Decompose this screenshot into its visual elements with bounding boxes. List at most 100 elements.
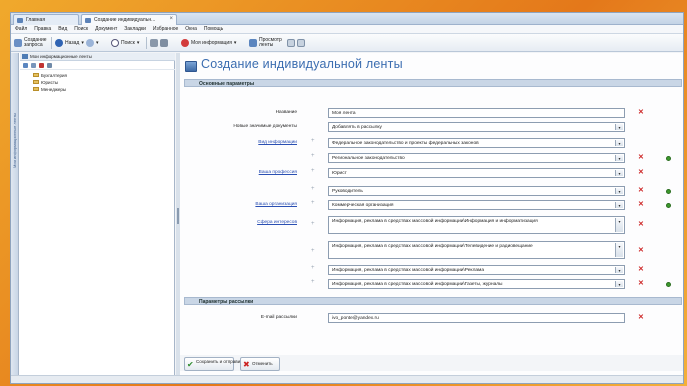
chevron-down-icon[interactable]: ▾ [615, 243, 623, 257]
delete-row-icon[interactable]: ✕ [638, 279, 644, 287]
tools-button[interactable] [150, 37, 168, 49]
delete-row-icon[interactable]: ✕ [638, 220, 644, 228]
chevron-down-icon[interactable]: ▾ [615, 155, 623, 161]
plus-icon[interactable]: + [311, 248, 315, 254]
edit-lenta-icon[interactable] [31, 63, 36, 68]
info-type-value: Региональное законодательство [332, 156, 405, 161]
info-type-select-2[interactable]: Региональное законодательство ▾ [328, 153, 625, 163]
plus-icon[interactable]: + [311, 221, 315, 227]
menu-search[interactable]: Поиск [74, 26, 88, 32]
organization-link[interactable]: Ваша организация [197, 202, 297, 207]
close-tab-icon[interactable]: × [169, 16, 173, 22]
cancel-button[interactable]: ✖ Отменить [240, 357, 280, 371]
refresh-icon[interactable] [47, 63, 52, 68]
delete-row-icon[interactable]: ✕ [638, 246, 644, 254]
sidebar-item-accounting[interactable]: Бухгалтерия [33, 72, 67, 78]
clear-email-icon[interactable]: ✕ [638, 313, 644, 321]
organization-select[interactable]: Коммерческая организация ▾ [328, 200, 625, 210]
tab-create-lenta[interactable]: Создание индивидуальн... × [81, 14, 177, 25]
menu-edit[interactable]: Правка [34, 26, 51, 32]
back-arrow-icon [55, 39, 63, 47]
chevron-down-icon[interactable]: ▾ [615, 218, 623, 232]
sidebar-item-lawyers[interactable]: Юристы [33, 79, 58, 85]
delete-row-icon[interactable]: ✕ [638, 186, 644, 194]
profession-select-2[interactable]: Руководитель ▾ [328, 186, 625, 196]
plus-icon[interactable]: + [311, 265, 315, 271]
plus-icon[interactable]: + [311, 138, 315, 144]
folder-icon [33, 80, 39, 84]
forward-button[interactable]: ▾ [86, 37, 99, 49]
chevron-down-icon[interactable]: ▾ [615, 188, 623, 194]
new-docs-select[interactable]: Добавлять в рассылку ▾ [328, 122, 625, 132]
plus-icon[interactable]: + [311, 186, 315, 192]
delete-row-icon[interactable]: ✕ [638, 200, 644, 208]
name-label: Название [275, 110, 297, 115]
email-label: E-mail рассылки [260, 315, 297, 320]
menu-view[interactable]: Вид [58, 26, 67, 32]
new-query-button[interactable]: Создание запроса [14, 37, 47, 49]
interests-value: Информация, реклама в средствах массовой… [332, 282, 503, 287]
name-input[interactable]: Моя лента [328, 108, 625, 118]
delete-lenta-icon[interactable] [39, 63, 44, 68]
tab-home[interactable]: Главная [13, 14, 79, 25]
add-row-icon[interactable] [666, 189, 671, 194]
interests-select-4[interactable]: Информация, реклама в средствах массовой… [328, 279, 625, 289]
menu-file[interactable]: Файл [15, 26, 27, 32]
add-row-icon[interactable] [666, 156, 671, 161]
add-lenta-icon[interactable] [23, 63, 28, 68]
interests-select-1[interactable]: Информация, реклама в средствах массовой… [328, 216, 625, 234]
back-button[interactable]: Назад ▾ [55, 37, 84, 49]
sidebar-item-label: Бухгалтерия [41, 72, 67, 78]
extra-tools[interactable] [287, 37, 305, 49]
add-row-icon[interactable] [666, 203, 671, 208]
sidebar-strip[interactable]: Мои информационные ленты [11, 53, 19, 383]
menu-favorites[interactable]: Избранное [153, 26, 178, 32]
menu-document[interactable]: Документ [95, 26, 117, 32]
search-icon [111, 39, 119, 47]
interests-select-2[interactable]: Информация, реклама в средствах массовой… [328, 241, 625, 259]
lenta-icon [249, 39, 257, 47]
menu-help[interactable]: Помощь [204, 26, 223, 32]
delete-row-icon[interactable]: ✕ [638, 265, 644, 273]
plus-icon[interactable]: + [311, 153, 315, 159]
new-docs-value: Добавлять в рассылку [332, 125, 382, 130]
splitter-grip[interactable] [177, 208, 179, 224]
main-toolbar: Создание запроса Назад ▾ ▾ Поиск ▾ Моя и… [11, 34, 683, 52]
chevron-down-icon[interactable]: ▾ [615, 202, 623, 208]
info-type-link[interactable]: Вид информации [197, 140, 297, 145]
info-type-select-1[interactable]: Федеральное законодательство и проекты ф… [328, 138, 625, 148]
sidebar-header-label: Мои информационные ленты [30, 54, 92, 59]
sidebar-item-managers[interactable]: Менеджеры [33, 86, 66, 92]
menu-bookmarks[interactable]: Закладки [124, 26, 146, 32]
menu-windows[interactable]: Окна [185, 26, 197, 32]
plus-icon[interactable]: + [311, 279, 315, 285]
save-and-send-button[interactable]: ✔ Сохранить и отправить [184, 357, 245, 371]
form-footer: ✔ Сохранить и отправить ✖ Отменить [180, 355, 683, 371]
my-info-button[interactable]: Моя информация ▾ [181, 37, 236, 49]
plus-icon[interactable]: + [311, 168, 315, 174]
sidebar-toolbar [20, 62, 175, 70]
delete-row-icon[interactable]: ✕ [638, 153, 644, 161]
search-button[interactable]: Поиск ▾ [111, 37, 139, 49]
chevron-down-icon[interactable]: ▾ [615, 124, 623, 130]
email-input[interactable]: ivo_ponte@yandex.ru [328, 313, 625, 323]
profession-link[interactable]: Ваша профессия [197, 170, 297, 175]
chevron-down-icon[interactable]: ▾ [615, 267, 623, 273]
chevron-down-icon[interactable]: ▾ [615, 281, 623, 287]
interests-link[interactable]: Сфера интересов [197, 220, 297, 225]
settings-icon [297, 39, 305, 47]
delete-row-icon[interactable]: ✕ [638, 168, 644, 176]
toolbar-separator [51, 37, 52, 49]
profession-select-1[interactable]: Юрист ▾ [328, 168, 625, 178]
add-row-icon[interactable] [666, 282, 671, 287]
browser-tab-bar: Главная Создание индивидуальн... × [11, 13, 683, 25]
search-label: Поиск [121, 40, 135, 46]
new-query-icon [14, 39, 22, 47]
clear-name-icon[interactable]: ✕ [638, 108, 644, 116]
view-lenta-button[interactable]: Просмотр ленты [249, 37, 282, 49]
scissors-icon [150, 39, 158, 47]
chevron-down-icon[interactable]: ▾ [615, 140, 623, 146]
interests-select-3[interactable]: Информация, реклама в средствах массовой… [328, 265, 625, 275]
plus-icon[interactable]: + [311, 200, 315, 206]
chevron-down-icon[interactable]: ▾ [615, 170, 623, 176]
